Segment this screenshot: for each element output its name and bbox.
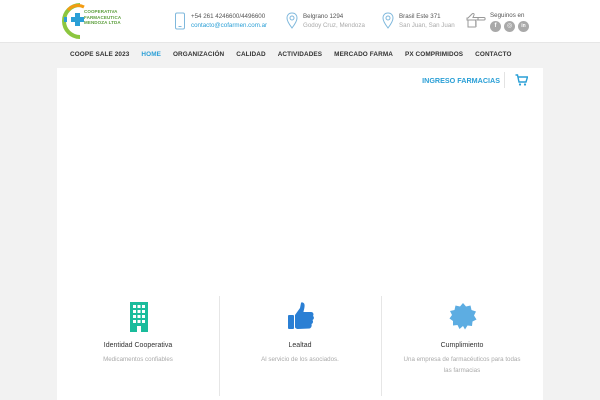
social-title: Seguinos en — [490, 12, 525, 19]
main-nav: COOPE SALE 2023 HOME ORGANIZACIÓN CALIDA… — [0, 42, 600, 68]
nav-item-px-comprimidos[interactable]: PX COMPRIMIDOS — [405, 51, 463, 58]
nav-item-mercado-farma[interactable]: MERCADO FARMA — [334, 51, 393, 58]
feature-identidad: Identidad Cooperativa Medicamentos confi… — [57, 288, 219, 400]
address-line: Belgrano 1294 — [303, 13, 344, 20]
map-pin-icon — [382, 12, 394, 29]
nav-item-coope-sale[interactable]: COOPE SALE 2023 — [70, 51, 129, 58]
feature-cumplimiento: Cumplimiento Una empresa de farmacéutico… — [381, 288, 543, 400]
ingreso-farmacias-link[interactable]: INGRESO FARMACIAS — [422, 76, 500, 85]
feature-description: Medicamentos confiables — [103, 356, 173, 363]
cart-icon[interactable] — [515, 74, 528, 86]
nav-item-contacto[interactable]: CONTACTO — [475, 51, 511, 58]
site-header: COOPERATIVA FARMACEUTICA MENDOZA LTDA +5… — [0, 0, 600, 42]
feature-description: Al servicio de los asociados. — [261, 356, 339, 363]
main-content: INGRESO FARMACIAS — [57, 68, 543, 288]
cart-divider — [504, 72, 505, 88]
feature-title: Identidad Cooperativa — [103, 342, 173, 349]
address-line: Brasil Este 371 — [399, 13, 441, 20]
certificate-icon — [449, 303, 477, 330]
contact-address-mendoza: Belgrano 1294 Godoy Cruz, Mendoza — [286, 12, 365, 30]
thumbs-up-icon — [288, 302, 314, 329]
contact-email-link[interactable]: contacto@cofarmen.com.ar — [191, 21, 267, 30]
phone-number: +54 261 4246600/4496600 — [191, 13, 266, 20]
nav-item-calidad[interactable]: CALIDAD — [236, 51, 265, 58]
features-section: Identidad Cooperativa Medicamentos confi… — [57, 288, 543, 400]
linkedin-icon[interactable]: in — [518, 21, 529, 32]
map-pin-icon — [286, 12, 298, 29]
feature-title: Lealtad — [288, 342, 312, 349]
city-line: San Juan, San Juan — [399, 22, 455, 29]
feature-lealtad: Lealtad Al servicio de los asociados. — [219, 288, 381, 400]
contact-address-sanjuan: Brasil Este 371 San Juan, San Juan — [382, 12, 455, 30]
nav-item-organizacion[interactable]: ORGANIZACIÓN — [173, 51, 224, 58]
phone-icon — [175, 12, 185, 30]
city-line: Godoy Cruz, Mendoza — [303, 22, 365, 29]
pointing-hand-icon — [466, 12, 486, 28]
building-icon — [130, 302, 148, 332]
instagram-icon[interactable]: ◎ — [504, 21, 515, 32]
feature-description: Una empresa de farmacéuticos para todas … — [403, 356, 521, 374]
contact-phone: +54 261 4246600/4496600 contacto@cofarme… — [174, 12, 267, 30]
nav-item-actividades[interactable]: ACTIVIDADES — [278, 51, 322, 58]
social-block: Seguinos en f ◎ in — [466, 12, 529, 32]
feature-title: Cumplimiento — [440, 342, 484, 349]
logo-text: COOPERATIVA FARMACEUTICA MENDOZA LTDA — [84, 9, 122, 25]
nav-item-home[interactable]: HOME — [141, 51, 161, 58]
facebook-icon[interactable]: f — [490, 21, 501, 32]
